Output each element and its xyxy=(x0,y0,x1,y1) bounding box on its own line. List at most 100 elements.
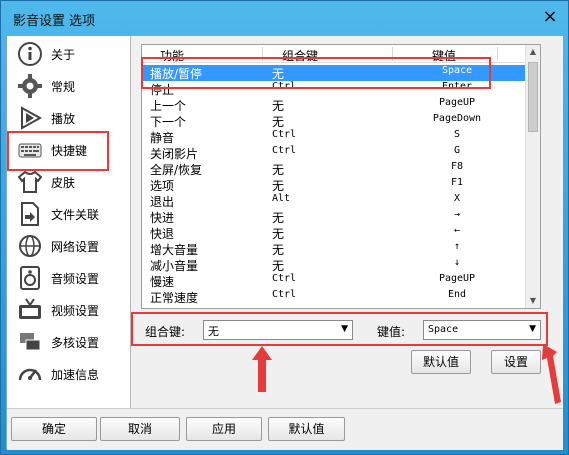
hotkey-row[interactable]: 上一个 无 PageUP xyxy=(142,97,527,113)
reset-default-button[interactable]: 默认值 xyxy=(411,350,471,374)
hotkey-row[interactable]: 退出 Alt X xyxy=(142,193,527,209)
hotkey-function: 下一个 xyxy=(150,115,187,129)
hotkey-function: 慢速 xyxy=(150,275,175,289)
hotkey-function: 减小音量 xyxy=(150,259,199,273)
hotkey-function: 全屏/恢复 xyxy=(150,163,203,177)
hotkey-row[interactable]: 快退 无 ← xyxy=(142,225,527,241)
hotkey-combo: 无 xyxy=(272,99,285,113)
sidebar-item[interactable]: 音频设置 xyxy=(7,262,131,294)
file-icon xyxy=(17,201,43,227)
sidebar-item[interactable]: 常规 xyxy=(7,70,131,102)
sidebar-item[interactable]: 文件关联 xyxy=(7,198,131,230)
hotkey-combo: Alt xyxy=(272,193,291,204)
hotkey-combo: Ctrl xyxy=(272,273,297,284)
scroll-up-icon[interactable]: ▲ xyxy=(526,45,540,59)
hotkey-row[interactable]: 全屏/恢复 无 F8 xyxy=(142,161,527,177)
sidebar-item[interactable]: 播放 xyxy=(7,102,131,134)
hotkey-key: S xyxy=(453,129,461,140)
annotation-arrow-icon xyxy=(542,344,561,404)
header-separator xyxy=(497,47,498,61)
key-value-value: Space xyxy=(428,324,459,335)
hotkey-key: ↓ xyxy=(453,257,461,268)
sidebar-item[interactable]: 关于 xyxy=(7,38,131,70)
combo-key-value: 无 xyxy=(208,325,219,338)
sidebar-item[interactable]: 多核设置 xyxy=(7,326,131,358)
speedometer-icon xyxy=(17,361,43,387)
hotkey-function: 上一个 xyxy=(150,99,187,113)
sidebar-item-label: 视频设置 xyxy=(51,304,100,318)
scroll-down-icon[interactable]: ▼ xyxy=(526,294,540,308)
gear-icon xyxy=(17,73,43,99)
hotkey-row[interactable]: 关闭影片 Ctrl G xyxy=(142,145,527,161)
annotation-arrow-icon xyxy=(252,346,272,392)
play-icon xyxy=(17,105,43,131)
combo-key-label: 组合键: xyxy=(145,325,186,339)
sidebar-item[interactable]: 网络设置 xyxy=(7,230,131,262)
hotkey-row[interactable]: 快进 无 → xyxy=(142,209,527,225)
hotkey-key: ↑ xyxy=(453,241,461,252)
hotkey-pane: 功能 组合键 键值 播放/暂停无 Space 停止 Ctrl Enter 上一个无 Page… xyxy=(131,36,563,408)
sidebar-item-label: 播放 xyxy=(51,112,76,126)
cancel-button[interactable]: 取消 xyxy=(100,417,180,441)
set-key-button[interactable]: 设置 xyxy=(491,350,541,374)
hotkey-row[interactable]: 增大音量 无 ↑ xyxy=(142,241,527,257)
hotkey-function: 增大音量 xyxy=(150,243,199,257)
shirt-icon xyxy=(17,169,43,195)
hotkey-row[interactable]: 正常速度 Ctrl End xyxy=(142,289,527,305)
hotkey-function: 快进 xyxy=(150,211,175,225)
footer-default-button[interactable]: 默认值 xyxy=(268,417,345,441)
sidebar-item-label: 文件关联 xyxy=(51,208,100,222)
title-bar[interactable]: 影音设置 选项 × xyxy=(1,1,568,35)
hotkey-key: → xyxy=(453,209,461,220)
sidebar-item-label: 网络设置 xyxy=(51,240,100,254)
hotkey-function: 退出 xyxy=(150,195,175,209)
hotkey-combo: Ctrl xyxy=(272,129,297,140)
hotkey-key: End xyxy=(447,289,467,300)
hotkey-key: G xyxy=(453,145,461,156)
ok-button[interactable]: 确定 xyxy=(11,417,97,441)
hotkey-row[interactable]: 静音 Ctrl S xyxy=(142,129,527,145)
sidebar-item-label: 加速信息 xyxy=(51,368,100,382)
hotkey-combo: 无 xyxy=(272,259,285,273)
sidebar-item-label: 关于 xyxy=(51,48,76,62)
hotkey-key: PageDown xyxy=(432,113,482,124)
sidebar-item[interactable]: 加速信息 xyxy=(7,358,131,390)
hotkey-row[interactable]: 下一个 无 PageDown xyxy=(142,113,527,129)
combo-key-select[interactable]: 无 ▼ xyxy=(203,320,353,340)
speaker-icon xyxy=(17,265,43,291)
apply-button[interactable]: 应用 xyxy=(186,417,262,441)
window-title: 影音设置 选项 xyxy=(13,14,96,29)
hotkey-key: X xyxy=(453,193,461,204)
hotkey-row[interactable]: 慢速 Ctrl PageUP xyxy=(142,273,527,289)
hotkey-function: 正常速度 xyxy=(150,291,199,305)
sidebar-item-label: 皮肤 xyxy=(51,176,76,190)
hotkey-combo: 无 xyxy=(272,179,285,193)
hotkey-row[interactable]: 选项 无 F1 xyxy=(142,177,527,193)
hotkey-row[interactable]: 减小音量 无 ↓ xyxy=(142,257,527,273)
sidebar: 关于 常规 播放 快捷键 皮肤 文件关联 网络设置 音频设置 视频设置 多核设置 加速信息 xyxy=(7,36,131,408)
sidebar-item-label: 多核设置 xyxy=(51,336,100,350)
scroll-thumb[interactable] xyxy=(528,62,538,132)
multicore-icon xyxy=(17,329,43,355)
hotkey-key: ← xyxy=(453,225,461,236)
chevron-down-icon: ▼ xyxy=(529,324,536,334)
key-value-select[interactable]: Space ▼ xyxy=(423,320,541,340)
hotkey-function: 选项 xyxy=(150,179,175,193)
sidebar-item[interactable]: 视频设置 xyxy=(7,294,131,326)
vertical-scrollbar[interactable]: ▲ ▼ xyxy=(525,45,540,308)
hotkey-combo: Ctrl xyxy=(272,289,297,300)
hotkey-combo: 无 xyxy=(272,211,285,225)
close-button[interactable]: × xyxy=(542,8,558,26)
info-icon xyxy=(17,41,43,67)
sidebar-item-label: 常规 xyxy=(51,80,76,94)
key-value-label: 键值: xyxy=(377,325,406,339)
client-area: 关于 常规 播放 快捷键 皮肤 文件关联 网络设置 音频设置 视频设置 多核设置 加速信息 功能 组… xyxy=(6,35,563,450)
hotkey-function: 关闭影片 xyxy=(150,147,199,161)
hotkey-function: 快退 xyxy=(150,227,175,241)
key-editor-row: 组合键: 无 ▼ 键值: Space ▼ xyxy=(131,312,548,346)
chevron-down-icon: ▼ xyxy=(341,324,348,334)
footer-bar: 确定 取消 应用 默认值 xyxy=(7,408,563,450)
hotkey-combo: 无 xyxy=(272,115,285,129)
hotkey-combo: 无 xyxy=(272,243,285,257)
hotkey-key: PageUP xyxy=(438,97,476,108)
